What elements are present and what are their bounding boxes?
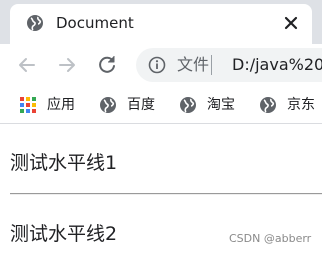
tab-strip: Document <box>0 0 322 44</box>
tab-title: Document <box>56 14 134 32</box>
globe-icon <box>100 97 116 113</box>
page-text-2: 测试水平线2 <box>10 223 118 245</box>
apps-grid-icon <box>20 97 36 113</box>
page-content: 测试水平线1 测试水平线2 CSDN @abberr <box>0 125 322 254</box>
info-icon[interactable] <box>148 56 166 74</box>
url-scheme-label: 文件 <box>177 55 210 74</box>
close-icon[interactable] <box>280 12 302 34</box>
omnibox-divider <box>211 55 212 75</box>
address-bar[interactable]: 文件 D:/java%20 <box>136 48 322 82</box>
globe-icon <box>180 97 196 113</box>
browser-toolbar: 文件 D:/java%20 <box>0 44 322 86</box>
watermark: CSDN @abberr <box>229 232 312 245</box>
bookmarks-bar: 应用 百度 淘宝 京东 <box>0 86 322 124</box>
back-arrow-icon[interactable] <box>15 53 39 77</box>
globe-icon <box>260 97 276 113</box>
tab-document[interactable]: Document <box>10 4 312 44</box>
bookmark-label: 京东 <box>287 97 315 113</box>
reload-icon[interactable] <box>95 53 119 77</box>
bookmark-label: 百度 <box>127 97 155 113</box>
horizontal-rule <box>10 193 322 195</box>
globe-icon <box>27 15 43 31</box>
page-text-1: 测试水平线1 <box>10 152 118 174</box>
forward-arrow-icon[interactable] <box>55 53 79 77</box>
bookmark-label: 淘宝 <box>207 97 235 113</box>
url-text[interactable]: D:/java%20 <box>232 54 322 76</box>
bookmark-label: 应用 <box>47 97 75 113</box>
